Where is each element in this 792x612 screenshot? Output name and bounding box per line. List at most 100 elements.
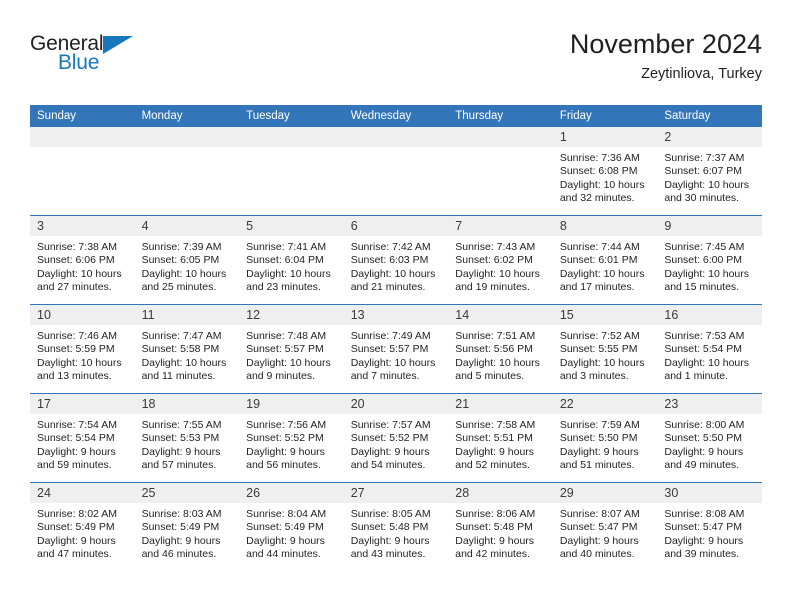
daylight-duration-line1: Daylight: 9 hours (141, 445, 221, 458)
daylight-duration-line2: and 17 minutes. (559, 281, 635, 294)
daylight-duration-line1: Daylight: 10 hours (559, 267, 645, 280)
sunset-time: Sunset: 5:49 PM (37, 521, 115, 534)
weekday-header-tuesday: Tuesday (239, 105, 344, 127)
sunrise-time: Sunrise: 7:48 AM (246, 330, 327, 342)
location-subtitle: Zeytinliova, Turkey (641, 66, 762, 82)
daylight-duration-line2: and 3 minutes. (559, 370, 629, 383)
day-number: 6 (343, 216, 449, 236)
day-details: Sunrise: 7:52 AM Sunset: 5:55 PM Daylight:… (553, 325, 658, 384)
daylight-duration-line2: and 52 minutes. (455, 459, 530, 472)
daylight-duration-line1: Daylight: 10 hours (141, 356, 227, 369)
day-number: 26 (239, 483, 344, 503)
daylight-duration-line1: Daylight: 9 hours (37, 534, 116, 547)
daylight-duration-line2: and 46 minutes. (141, 548, 217, 561)
calendar-day-cell[interactable]: 3 Sunrise: 7:38 AM Sunset: 6:06 PM Daylight… (30, 215, 135, 305)
calendar-day-cell[interactable]: 6 Sunrise: 7:42 AM Sunset: 6:03 PM Daylight… (343, 215, 449, 305)
general-blue-logo[interactable]: General Blue (30, 32, 160, 82)
calendar-header-row: Sunday Monday Tuesday Wednesday Thursday Frid… (30, 105, 762, 127)
calendar-day-cell[interactable]: 19 Sunrise: 7:56 AM Sunset: 5:52 PM Dayligh… (239, 393, 344, 483)
sunrise-time: Sunrise: 7:54 AM (37, 419, 117, 431)
day-details: Sunrise: 7:41 AM Sunset: 6:04 PM Daylight:… (239, 236, 344, 295)
sunrise-time: Sunrise: 7:36 AM (559, 152, 640, 164)
day-details: Sunrise: 8:07 AM Sunset: 5:47 PM Daylight:… (553, 503, 658, 562)
day-number (134, 127, 240, 147)
calendar-day-cell[interactable]: 4 Sunrise: 7:39 AM Sunset: 6:05 PM Daylight… (134, 215, 240, 305)
day-details: Sunrise: 7:37 AM Sunset: 6:07 PM Daylight:… (657, 147, 762, 206)
sunrise-time: Sunrise: 7:49 AM (350, 330, 431, 342)
calendar-day-cell[interactable]: 2 Sunrise: 7:37 AM Sunset: 6:07 PM Daylight… (657, 127, 762, 216)
day-number: 1 (552, 127, 658, 147)
calendar-day-cell[interactable]: 13 Sunrise: 7:49 AM Sunset: 5:57 PM Dayligh… (343, 304, 449, 394)
calendar-day-cell[interactable]: 9 Sunrise: 7:45 AM Sunset: 6:00 PM Daylight… (657, 215, 762, 305)
sunrise-time: Sunrise: 8:04 AM (246, 508, 327, 520)
sunrise-time: Sunrise: 7:59 AM (559, 419, 640, 431)
sunrise-time: Sunrise: 7:52 AM (559, 330, 640, 342)
calendar-day-cell[interactable]: 25 Sunrise: 8:03 AM Sunset: 5:49 PM Dayligh… (134, 482, 240, 571)
day-details: Sunrise: 7:46 AM Sunset: 5:59 PM Daylight:… (30, 325, 135, 384)
calendar-day-cell[interactable]: 15 Sunrise: 7:52 AM Sunset: 5:55 PM Dayligh… (552, 304, 658, 394)
daylight-duration-line1: Daylight: 10 hours (559, 356, 645, 369)
calendar-day-cell-empty (30, 127, 135, 216)
calendar-day-cell[interactable]: 29 Sunrise: 8:07 AM Sunset: 5:47 PM Dayligh… (552, 482, 658, 571)
day-number: 21 (448, 394, 553, 414)
calendar-day-cell-empty (343, 127, 449, 216)
daylight-duration-line2: and 9 minutes. (246, 370, 316, 383)
weekday-header-sunday: Sunday (30, 105, 135, 127)
daylight-duration-line2: and 54 minutes. (350, 459, 426, 472)
sunrise-time: Sunrise: 7:57 AM (350, 419, 431, 431)
weekday-header-wednesday: Wednesday (343, 105, 449, 127)
calendar-day-cell[interactable]: 23 Sunrise: 8:00 AM Sunset: 5:50 PM Dayligh… (657, 393, 762, 483)
daylight-duration-line1: Daylight: 10 hours (37, 356, 122, 369)
day-details: Sunrise: 7:57 AM Sunset: 5:52 PM Daylight:… (344, 414, 449, 473)
sunset-time: Sunset: 6:00 PM (664, 254, 743, 267)
calendar-day-cell[interactable]: 12 Sunrise: 7:48 AM Sunset: 5:57 PM Dayligh… (239, 304, 344, 394)
calendar-day-cell[interactable]: 21 Sunrise: 7:58 AM Sunset: 5:51 PM Dayligh… (448, 393, 553, 483)
sunset-time: Sunset: 6:07 PM (664, 165, 743, 178)
sunrise-time: Sunrise: 8:07 AM (559, 508, 640, 520)
daylight-duration-line2: and 39 minutes. (664, 548, 740, 561)
sunset-time: Sunset: 6:05 PM (141, 254, 220, 267)
day-number: 30 (657, 483, 762, 503)
calendar-day-cell[interactable]: 7 Sunrise: 7:43 AM Sunset: 6:02 PM Daylight… (448, 215, 553, 305)
calendar-day-cell[interactable]: 20 Sunrise: 7:57 AM Sunset: 5:52 PM Dayligh… (343, 393, 449, 483)
calendar-day-cell[interactable]: 27 Sunrise: 8:05 AM Sunset: 5:48 PM Dayligh… (343, 482, 449, 571)
daylight-duration-line2: and 57 minutes. (141, 459, 217, 472)
sunrise-time: Sunrise: 7:45 AM (664, 241, 745, 253)
sunrise-time: Sunrise: 7:37 AM (664, 152, 745, 164)
calendar-table: Sunday Monday Tuesday Wednesday Thursday Frid… (30, 105, 762, 571)
calendar-day-cell[interactable]: 16 Sunrise: 7:53 AM Sunset: 5:54 PM Dayligh… (657, 304, 762, 394)
daylight-duration-line1: Daylight: 9 hours (350, 534, 430, 547)
daylight-duration-line1: Daylight: 10 hours (350, 356, 436, 369)
calendar-day-cell[interactable]: 17 Sunrise: 7:54 AM Sunset: 5:54 PM Dayligh… (30, 393, 135, 483)
daylight-duration-line2: and 47 minutes. (37, 548, 112, 561)
day-details: Sunrise: 8:04 AM Sunset: 5:49 PM Daylight:… (239, 503, 344, 562)
calendar-day-cell[interactable]: 22 Sunrise: 7:59 AM Sunset: 5:50 PM Dayligh… (552, 393, 658, 483)
calendar-day-cell[interactable]: 18 Sunrise: 7:55 AM Sunset: 5:53 PM Dayligh… (134, 393, 240, 483)
calendar-day-cell[interactable]: 8 Sunrise: 7:44 AM Sunset: 6:01 PM Daylight… (552, 215, 658, 305)
calendar-day-cell[interactable]: 30 Sunrise: 8:08 AM Sunset: 5:47 PM Dayligh… (657, 482, 762, 571)
logo-text-blue: Blue (58, 51, 100, 74)
sunrise-time: Sunrise: 7:39 AM (141, 241, 222, 253)
calendar-day-cell[interactable]: 5 Sunrise: 7:41 AM Sunset: 6:04 PM Daylight… (239, 215, 344, 305)
day-number: 7 (448, 216, 553, 236)
calendar-day-cell[interactable]: 26 Sunrise: 8:04 AM Sunset: 5:49 PM Dayligh… (239, 482, 344, 571)
calendar-day-cell[interactable]: 28 Sunrise: 8:06 AM Sunset: 5:48 PM Dayligh… (448, 482, 553, 571)
calendar-day-cell[interactable]: 24 Sunrise: 8:02 AM Sunset: 5:49 PM Dayligh… (30, 482, 135, 571)
day-number: 11 (134, 305, 240, 325)
daylight-duration-line2: and 32 minutes. (559, 192, 635, 205)
daylight-duration-line2: and 44 minutes. (246, 548, 321, 561)
sunset-time: Sunset: 5:56 PM (455, 343, 533, 356)
calendar-body: 1 Sunrise: 7:36 AM Sunset: 6:08 PM Daylight… (30, 127, 762, 571)
day-details: Sunrise: 7:43 AM Sunset: 6:02 PM Daylight:… (448, 236, 553, 295)
sunrise-time: Sunrise: 7:43 AM (455, 241, 536, 253)
calendar-day-cell[interactable]: 14 Sunrise: 7:51 AM Sunset: 5:56 PM Dayligh… (448, 304, 553, 394)
calendar-day-cell[interactable]: 1 Sunrise: 7:36 AM Sunset: 6:08 PM Daylight… (552, 127, 658, 216)
sunrise-time: Sunrise: 7:53 AM (664, 330, 745, 342)
day-number (448, 127, 553, 147)
daylight-duration-line1: Daylight: 10 hours (664, 356, 750, 369)
day-number: 24 (30, 483, 135, 503)
calendar-day-cell[interactable]: 10 Sunrise: 7:46 AM Sunset: 5:59 PM Dayligh… (30, 304, 135, 394)
day-details: Sunrise: 8:02 AM Sunset: 5:49 PM Daylight:… (30, 503, 135, 562)
calendar-day-cell[interactable]: 11 Sunrise: 7:47 AM Sunset: 5:58 PM Dayligh… (134, 304, 240, 394)
daylight-duration-line2: and 1 minute. (664, 370, 729, 383)
